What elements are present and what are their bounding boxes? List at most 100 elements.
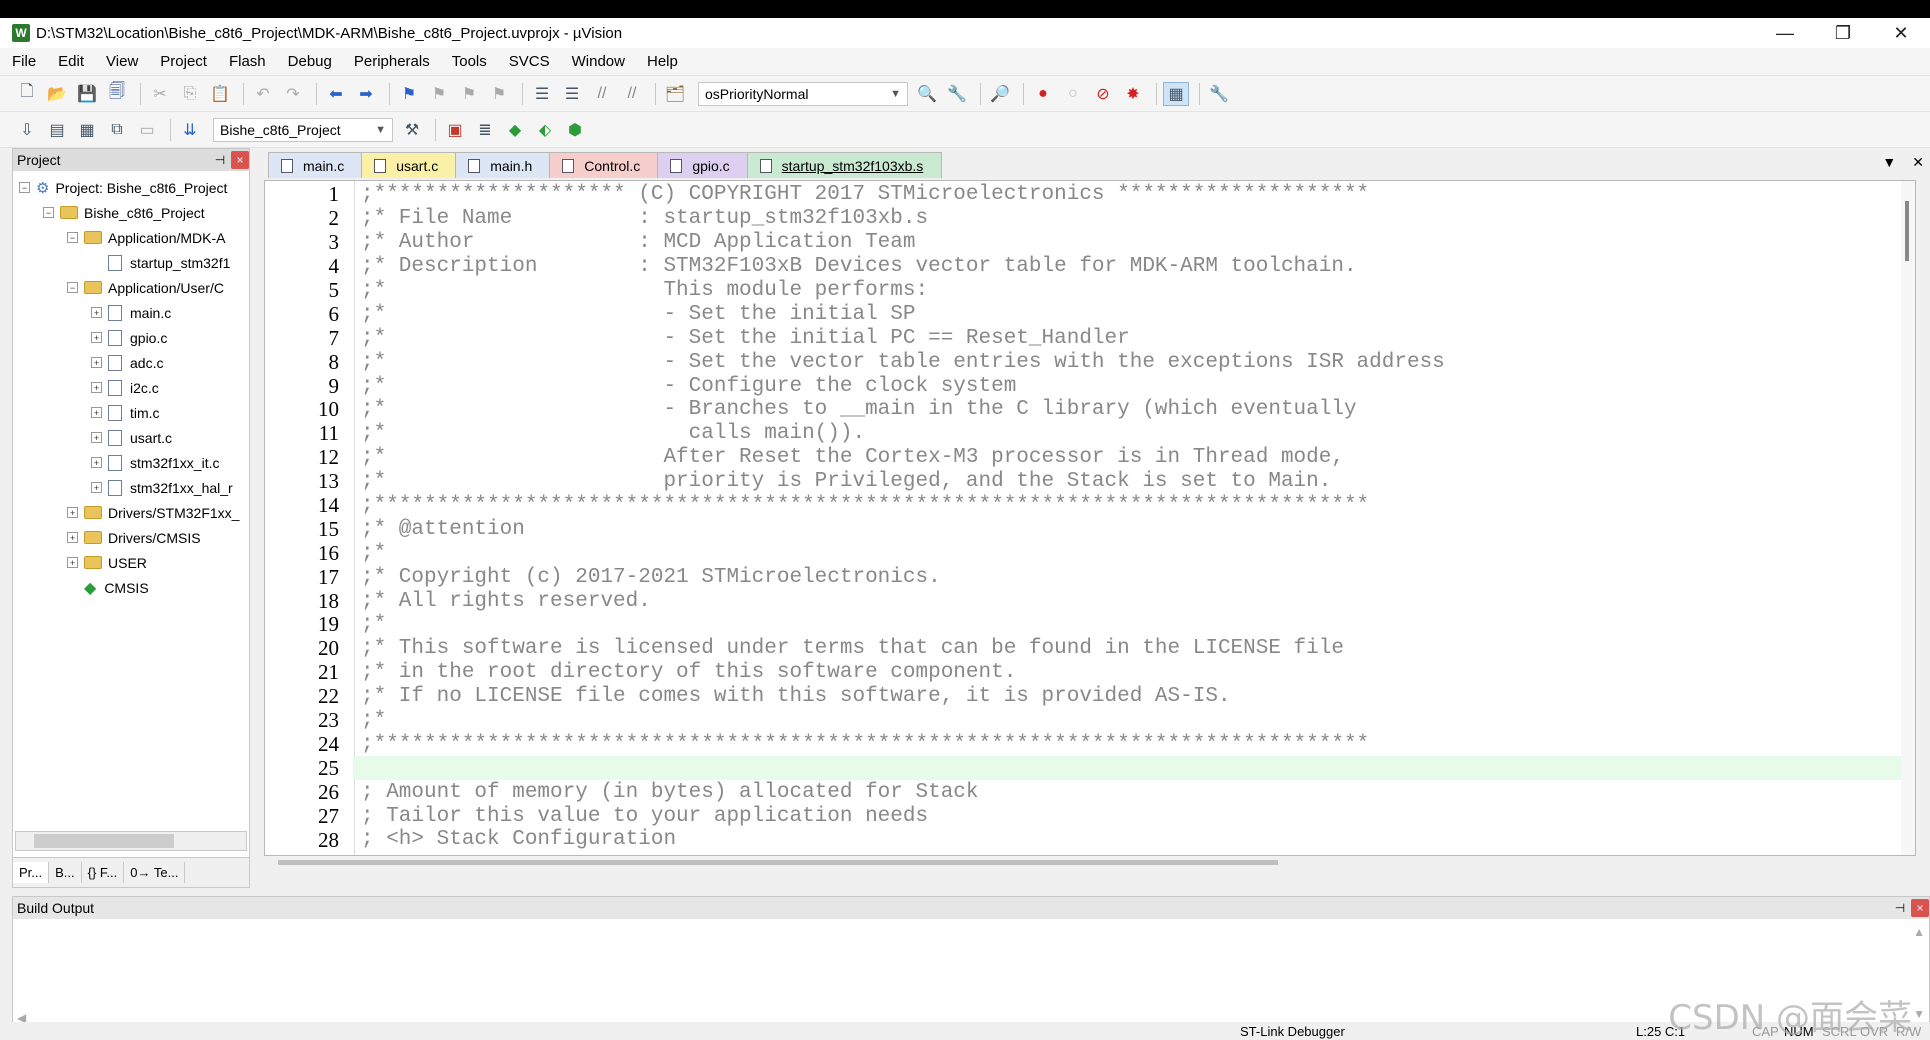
redo-icon[interactable]: ↷ <box>280 82 306 106</box>
tree-node[interactable]: + gpio.c <box>13 325 249 350</box>
code-line[interactable]: 7 ;* - Set the initial PC == Reset_Handle… <box>265 326 1901 350</box>
menu-peripherals[interactable]: Peripherals <box>354 53 430 70</box>
menu-window[interactable]: Window <box>572 53 625 70</box>
code-line[interactable]: 4 ;* Description : STM32F103xB Devices ve… <box>265 254 1901 279</box>
tab-books[interactable]: B... <box>49 862 82 883</box>
close-panel-icon[interactable]: × <box>231 151 249 169</box>
build-icon[interactable]: ▤ <box>44 118 70 142</box>
scroll-down-icon[interactable]: ▼ <box>1913 1007 1925 1021</box>
restore-button[interactable]: ❐ <box>1814 18 1872 48</box>
manage-components-icon[interactable]: ▣ <box>442 118 468 142</box>
clear-bookmarks-icon[interactable]: ⚑ <box>486 82 512 106</box>
tree-node[interactable]: + adc.c <box>13 350 249 375</box>
scroll-up-icon[interactable]: ▲ <box>1913 925 1925 939</box>
expand-icon[interactable]: + <box>67 557 78 568</box>
expand-icon[interactable]: + <box>91 357 102 368</box>
uncomment-icon[interactable]: // <box>619 82 645 106</box>
window-layout-icon[interactable]: ▦ <box>1163 81 1189 106</box>
disable-breakpoints-icon[interactable]: ⊘ <box>1090 82 1116 106</box>
tree-node[interactable]: + tim.c <box>13 400 249 425</box>
tab-functions[interactable]: {} F... <box>82 862 125 883</box>
next-bookmark-icon[interactable]: ⚑ <box>456 82 482 106</box>
code-line[interactable]: 27 ; Tailor this value to your applicatio… <box>265 804 1901 828</box>
kill-breakpoints-icon[interactable]: ✸ <box>1120 82 1146 106</box>
pack-installer-icon[interactable]: ⬖ <box>532 118 558 142</box>
code-line[interactable]: 18 ;* All rights reserved. <box>265 589 1901 613</box>
editor-tab[interactable]: main.h <box>455 152 552 178</box>
code-line[interactable]: 17 ;* Copyright (c) 2017-2021 STMicroelec… <box>265 565 1901 589</box>
target-select[interactable]: Bishe_c8t6_Project ▼ <box>213 117 393 142</box>
tree-node[interactable]: − Bishe_c8t6_Project <box>13 200 249 225</box>
code-line[interactable]: 24 ;*************************************… <box>265 732 1901 756</box>
code-line[interactable]: 2 ;* File Name : startup_stm32f103xb.s <box>265 206 1901 231</box>
unindent-icon[interactable]: ☰ <box>559 82 585 106</box>
expand-icon[interactable]: + <box>91 382 102 393</box>
close-tab-icon[interactable]: ✕ <box>1912 154 1924 171</box>
prev-bookmark-icon[interactable]: ⚑ <box>426 82 452 106</box>
bookmark-icon[interactable]: ⚑ <box>396 82 422 106</box>
cut-icon[interactable]: ✂ <box>147 82 173 106</box>
menu-file[interactable]: File <box>12 53 36 70</box>
tree-node[interactable]: − Application/User/C <box>13 275 249 300</box>
scrollbar-thumb[interactable] <box>34 834 174 848</box>
menu-debug[interactable]: Debug <box>288 53 332 70</box>
code-line[interactable]: 3 ;* Author : MCD Application Team <box>265 230 1901 255</box>
pin-icon[interactable]: ⊣ <box>211 151 229 169</box>
code-line[interactable]: 13 ;* priority is Privileged, and the Sta… <box>265 469 1901 494</box>
close-panel-icon[interactable]: × <box>1911 899 1929 917</box>
find-icon[interactable]: 🔧 <box>944 82 970 106</box>
find-combo[interactable]: osPriorityNormal ▼ <box>698 81 908 106</box>
tree-node[interactable]: − ⚙ Project: Bishe_c8t6_Project <box>13 175 249 200</box>
menu-flash[interactable]: Flash <box>229 53 266 70</box>
enable-breakpoint-icon[interactable]: ○ <box>1060 82 1086 106</box>
menu-svcs[interactable]: SVCS <box>509 53 550 70</box>
minimize-button[interactable]: — <box>1756 18 1814 48</box>
code-line[interactable]: 28 ; <h> Stack Configuration <box>265 828 1901 852</box>
save-all-icon[interactable]: 🗐 <box>104 82 130 106</box>
insert-breakpoint-icon[interactable]: ● <box>1030 82 1056 106</box>
code-line[interactable]: 26 ; Amount of memory (in bytes) allocate… <box>265 780 1901 804</box>
pin-icon[interactable]: ⊣ <box>1891 899 1909 917</box>
menu-edit[interactable]: Edit <box>58 53 84 70</box>
tab-list-icon[interactable]: ▼ <box>1882 154 1896 171</box>
open-file-icon[interactable]: 📂 <box>44 82 70 106</box>
comment-icon[interactable]: // <box>589 82 615 106</box>
collapse-icon[interactable]: − <box>67 282 78 293</box>
undo-icon[interactable]: ↶ <box>250 82 276 106</box>
tree-node[interactable]: + stm32f1xx_hal_r <box>13 475 249 500</box>
find-in-files-icon[interactable]: 🗂 <box>662 82 688 106</box>
editor-tab[interactable]: usart.c <box>361 152 458 178</box>
scrollbar-thumb[interactable] <box>1905 201 1909 261</box>
close-window-button[interactable]: ✕ <box>1872 18 1930 48</box>
expand-icon[interactable]: + <box>67 507 78 518</box>
navigate-forward-icon[interactable]: ➡ <box>353 82 379 106</box>
navigate-back-icon[interactable]: ⬅ <box>323 82 349 106</box>
tree-node[interactable]: + i2c.c <box>13 375 249 400</box>
code-line[interactable]: 8 ;* - Set the vector table entries with … <box>265 350 1901 374</box>
editor-tab[interactable]: startup_stm32f103xb.s <box>746 152 943 178</box>
tree-node[interactable]: + Drivers/CMSIS <box>13 525 249 550</box>
code-line[interactable]: 16 ;* <box>265 541 1901 565</box>
manage-rte-icon[interactable]: ◆ <box>502 118 528 142</box>
tree-node[interactable]: startup_stm32f1 <box>13 250 249 275</box>
tab-templates[interactable]: 0→ Te... <box>124 862 186 883</box>
editor-horizontal-scrollbar[interactable] <box>278 860 1278 865</box>
batch-build-icon[interactable]: ⧉ <box>104 118 130 142</box>
tree-node[interactable]: − Application/MDK-A <box>13 225 249 250</box>
file-extensions-icon[interactable]: ≣ <box>472 118 498 142</box>
target-options-icon[interactable]: ⚒ <box>399 118 425 142</box>
code-line[interactable]: 1 ;******************** (C) COPYRIGHT 201… <box>265 182 1901 207</box>
code-line[interactable]: 11 ;* calls main()). <box>265 421 1901 446</box>
collapse-icon[interactable]: − <box>19 182 30 193</box>
tree-node[interactable]: ◆ CMSIS <box>13 575 249 600</box>
expand-icon[interactable]: + <box>91 307 102 318</box>
code-line[interactable]: 10 ;* - Branches to __main in the C libra… <box>265 397 1901 422</box>
collapse-icon[interactable]: − <box>43 207 54 218</box>
indent-icon[interactable]: ☰ <box>529 82 555 106</box>
editor-tab[interactable]: gpio.c <box>657 152 749 178</box>
code-line[interactable]: 25 <box>265 755 1901 781</box>
code-line[interactable]: 23 ;* <box>265 708 1901 733</box>
paste-icon[interactable]: 📋 <box>207 82 233 106</box>
menu-tools[interactable]: Tools <box>452 53 487 70</box>
select-packs-icon[interactable]: ⬢ <box>562 118 588 142</box>
